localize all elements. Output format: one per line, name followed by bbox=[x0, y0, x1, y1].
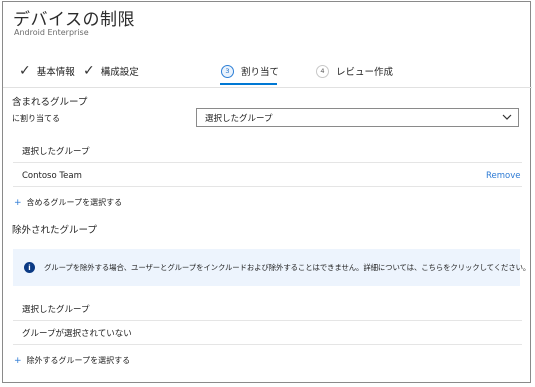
checkmark-icon: ✓ bbox=[19, 63, 31, 79]
step-review-create[interactable]: 4 レビュー作成 bbox=[316, 64, 393, 78]
page-subtitle: Android Enterprise bbox=[14, 28, 89, 37]
checkmark-icon: ✓ bbox=[83, 63, 95, 79]
info-banner: i グループを除外する場合、ユーザーとグループをインクルードおよび除外することは… bbox=[13, 249, 530, 286]
selected-groups-label: 選択したグループ bbox=[22, 147, 90, 157]
step-basics[interactable]: ✓ 基本情報 bbox=[19, 64, 75, 78]
plus-icon: + bbox=[14, 355, 22, 366]
step-label: レビュー作成 bbox=[336, 67, 394, 78]
plus-icon: + bbox=[14, 197, 22, 208]
step-label: 基本情報 bbox=[36, 67, 75, 78]
included-groups-heading: 含まれるグループ bbox=[12, 97, 88, 108]
step-configuration[interactable]: ✓ 構成設定 bbox=[83, 64, 139, 78]
link-label: 除外するグループを選択する bbox=[26, 356, 131, 365]
excluded-groups-heading: 除外されたグループ bbox=[12, 225, 97, 236]
step-label: 割り当て bbox=[241, 67, 280, 78]
active-step-indicator bbox=[220, 83, 277, 85]
step-label: 構成設定 bbox=[100, 67, 139, 78]
assign-to-label: に割り当てる bbox=[12, 114, 60, 123]
select-excluded-groups-link[interactable]: + 除外するグループを選択する bbox=[14, 355, 130, 366]
select-included-groups-link[interactable]: + 含めるグループを選択する bbox=[14, 197, 122, 208]
group-name: Contoso Team bbox=[22, 171, 82, 181]
divider bbox=[13, 186, 522, 187]
step-assignments[interactable]: 3 割り当て bbox=[221, 64, 279, 78]
page-title: デバイスの制限 bbox=[13, 10, 135, 30]
step-number-badge: 4 bbox=[316, 64, 329, 78]
divider bbox=[13, 162, 522, 163]
assign-to-dropdown[interactable]: 選択したグループ bbox=[196, 108, 519, 127]
chevron-down-icon bbox=[502, 114, 512, 120]
info-text: グループを除外する場合、ユーザーとグループをインクルードおよび除外することはでき… bbox=[44, 263, 531, 272]
assignment-panel: デバイスの制限 Android Enterprise ✓ 基本情報 ✓ 構成設定… bbox=[2, 1, 532, 383]
divider bbox=[13, 344, 522, 345]
wizard-steps: ✓ 基本情報 ✓ 構成設定 3 割り当て 4 レビュー作成 bbox=[3, 58, 532, 88]
divider bbox=[13, 320, 522, 321]
no-groups-selected-text: グループが選択されていない bbox=[22, 329, 132, 339]
selected-groups-label: 選択したグループ bbox=[22, 305, 90, 315]
dropdown-value: 選択したグループ bbox=[205, 114, 273, 124]
link-label: 含めるグループを選択する bbox=[26, 198, 123, 207]
remove-group-link[interactable]: Remove bbox=[486, 171, 521, 181]
step-number-badge: 3 bbox=[221, 64, 234, 78]
info-icon: i bbox=[24, 262, 35, 273]
